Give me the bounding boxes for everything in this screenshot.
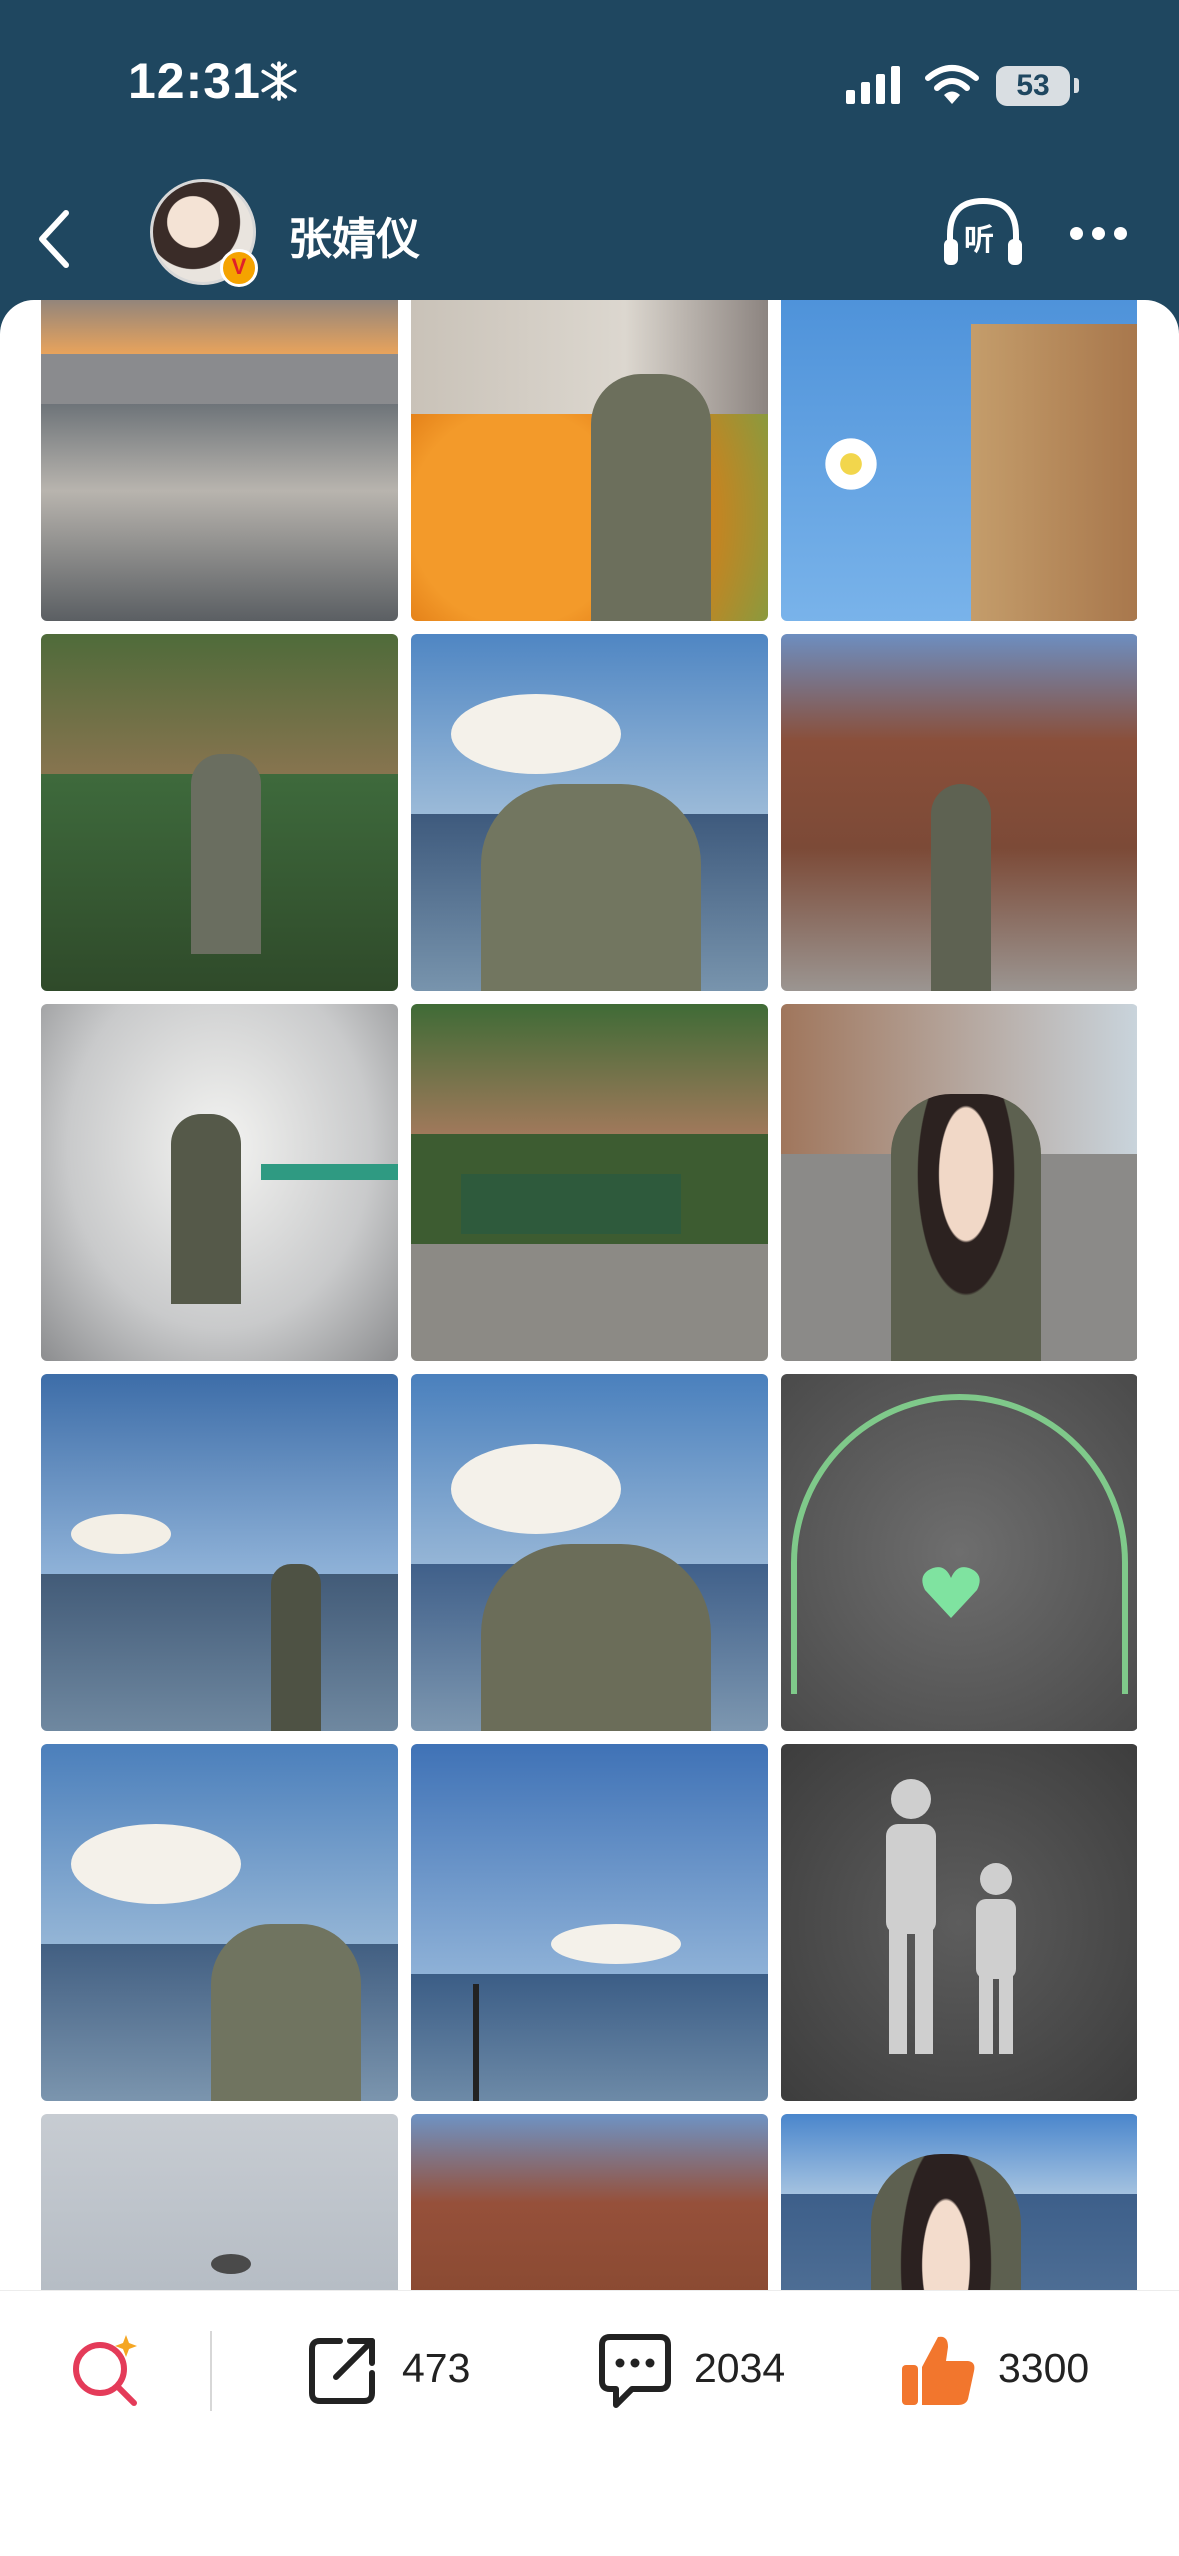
photo-seagull-sky[interactable] (41, 2114, 398, 2290)
photo-brick-buildings[interactable] (411, 2114, 768, 2290)
thumbs-up-icon (902, 2336, 975, 2405)
ai-search-icon[interactable] (66, 2329, 146, 2409)
photo-woman-portrait[interactable] (781, 2114, 1137, 2290)
snowflake-icon (261, 61, 297, 101)
photo-building-daisies[interactable] (781, 300, 1137, 621)
photo-grid (41, 300, 1137, 2290)
share-icon (309, 2338, 375, 2404)
content-card: 473 2034 3300 (0, 300, 1179, 2556)
photo-woman-lake-clouds[interactable] (41, 1744, 398, 2101)
pedestrian-icon (886, 1779, 1016, 2054)
photo-woman-stairwell[interactable] (41, 1004, 398, 1361)
battery-icon: 53 (996, 66, 1070, 106)
comment-count: 2034 (694, 2345, 786, 2391)
bottom-action-bar: 473 2034 3300 (0, 2290, 1179, 2556)
photo-orange-stand[interactable] (411, 300, 768, 621)
photo-pedestrian-sign[interactable] (781, 1744, 1137, 2101)
status-bar: 12:31 53 (0, 0, 1179, 175)
like-button[interactable]: 3300 (900, 2331, 1140, 2411)
nav-bar: V 张婧仪 听 (0, 175, 1179, 305)
comment-button[interactable]: 2034 (596, 2331, 836, 2411)
verified-badge-icon: V (220, 249, 258, 287)
listen-label: 听 (964, 223, 994, 258)
comment-icon (599, 2334, 671, 2408)
photo-city-skyline[interactable] (41, 300, 398, 621)
share-count: 473 (402, 2345, 471, 2391)
divider (210, 2331, 212, 2411)
user-name[interactable]: 张婧仪 (288, 203, 420, 267)
battery-tip (1074, 78, 1079, 93)
photo-woman-back-lake[interactable] (411, 1374, 768, 1731)
photo-green-heart-sign[interactable] (781, 1374, 1137, 1731)
photo-woman-pier[interactable] (41, 1374, 398, 1731)
photo-lake-lamppost[interactable] (411, 1744, 768, 2101)
status-time: 12:31 (128, 53, 261, 109)
photo-woman-bench-garden[interactable] (41, 634, 398, 991)
like-count: 3300 (998, 2345, 1090, 2391)
heart-icon (922, 1567, 980, 1618)
photo-woman-lake[interactable] (411, 634, 768, 991)
photo-woman-brick-street[interactable] (781, 634, 1137, 991)
photo-selfie-street[interactable] (781, 1004, 1137, 1361)
chevron-left-icon[interactable] (34, 207, 74, 271)
share-button[interactable]: 473 (306, 2331, 506, 2411)
photo-woman-park-bench[interactable] (411, 1004, 768, 1361)
wifi-icon (925, 65, 979, 104)
